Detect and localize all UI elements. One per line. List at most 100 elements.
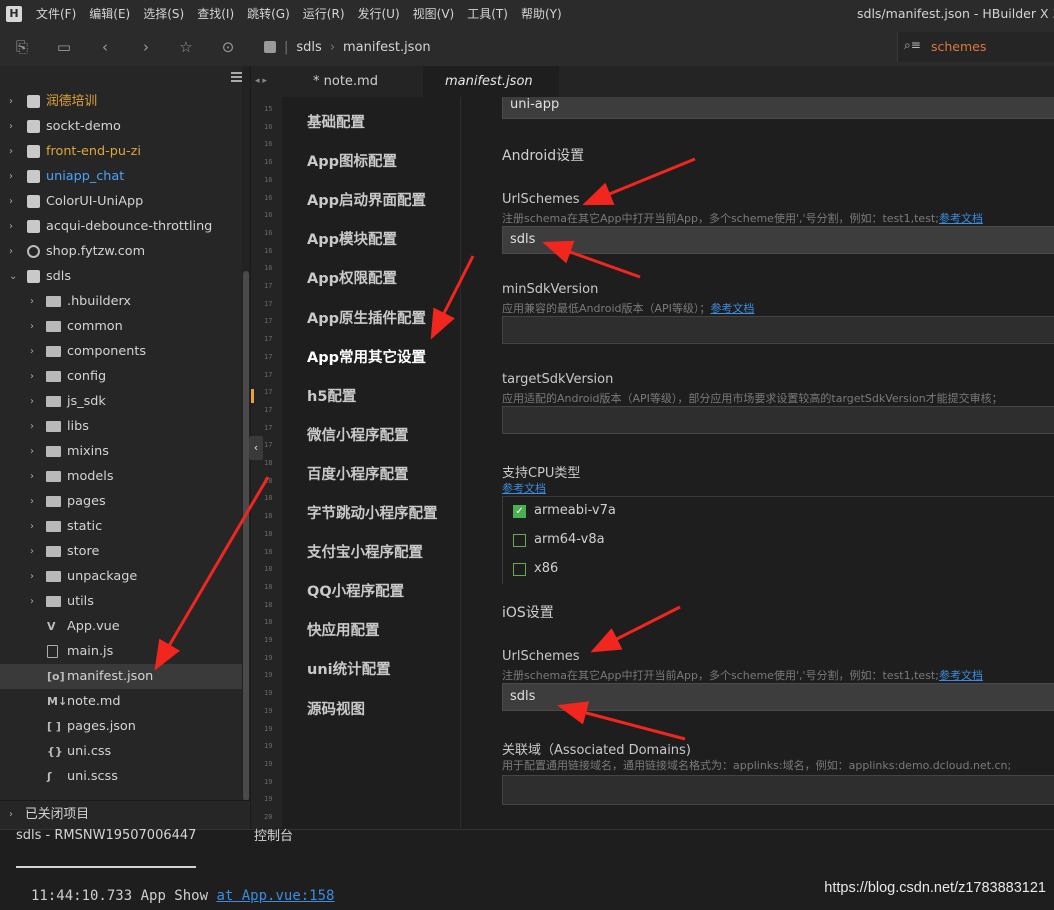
manifest-nav-item[interactable]: App图标配置: [307, 150, 397, 171]
manifest-nav-item[interactable]: App原生插件配置: [307, 307, 426, 328]
sidebar-item[interactable]: › sockt-demo: [0, 114, 242, 139]
manifest-nav-item[interactable]: 百度小程序配置: [307, 463, 409, 484]
sidebar-item[interactable]: › front-end-pu-zi: [0, 139, 242, 164]
chevron-right-icon[interactable]: ›: [9, 164, 19, 189]
menu-file[interactable]: 文件(F): [36, 0, 76, 28]
chevron-right-icon[interactable]: ›: [30, 339, 40, 364]
menu-help[interactable]: 帮助(Y): [521, 0, 562, 28]
sidebar-item[interactable]: › acqui-debounce-throttling: [0, 214, 242, 239]
chevron-right-icon[interactable]: ›: [30, 389, 40, 414]
chevron-right-icon[interactable]: ›: [30, 539, 40, 564]
sidebar-item[interactable]: › pages: [0, 489, 242, 514]
chevron-right-icon[interactable]: ›: [30, 464, 40, 489]
manifest-nav-item[interactable]: 快应用配置: [307, 619, 380, 640]
scrollbar-thumb[interactable]: [243, 271, 249, 801]
sidebar-item[interactable]: [ ] pages.json: [0, 714, 242, 739]
sidebar-item[interactable]: M↓ note.md: [0, 689, 242, 714]
chevron-right-icon[interactable]: ›: [30, 514, 40, 539]
manifest-nav-item[interactable]: 基础配置: [307, 111, 365, 132]
sidebar-item[interactable]: {} uni.css: [0, 739, 242, 764]
tab-scroll-icon[interactable]: ◂ ▸: [255, 66, 267, 97]
tab-console[interactable]: 控制台: [254, 808, 293, 866]
chevron-right-icon[interactable]: ›: [30, 414, 40, 439]
search-input[interactable]: schemes: [931, 32, 986, 62]
menu-find[interactable]: 查找(I): [197, 0, 234, 28]
chevron-right-icon[interactable]: ›: [30, 564, 40, 589]
manifest-nav-item[interactable]: App启动界面配置: [307, 189, 426, 210]
sidebar-item[interactable]: › uniapp_chat: [0, 164, 242, 189]
armeabi-checkbox[interactable]: ✓: [513, 505, 526, 518]
manifest-nav-item[interactable]: App权限配置: [307, 267, 397, 288]
sidebar-item[interactable]: ⌄ sdls: [0, 264, 242, 289]
chevron-right-icon[interactable]: ›: [9, 89, 19, 114]
menu-view[interactable]: 视图(V): [413, 0, 455, 28]
menu-goto[interactable]: 跳转(G): [247, 0, 290, 28]
chevron-right-icon[interactable]: ›: [30, 314, 40, 339]
menu-run[interactable]: 运行(R): [303, 0, 345, 28]
tab-terminal[interactable]: sdls - RMSNW19507006447: [16, 808, 197, 868]
chevron-right-icon[interactable]: ›: [30, 589, 40, 614]
armeabi-label[interactable]: armeabi-v7a: [534, 503, 616, 518]
targetsdk-input[interactable]: [502, 406, 1054, 434]
arm64-label[interactable]: arm64-v8a: [534, 532, 605, 547]
menu-edit[interactable]: 编辑(E): [89, 0, 130, 28]
sidebar-item[interactable]: › components: [0, 339, 242, 364]
android-urlschemes-input[interactable]: sdls: [502, 226, 1054, 254]
chevron-right-icon[interactable]: ›: [30, 439, 40, 464]
android-urlschemes-doc-link[interactable]: 参考文档: [939, 212, 983, 225]
tab-note-md[interactable]: * note.md: [291, 66, 423, 97]
sidebar-item[interactable]: › libs: [0, 414, 242, 439]
manifest-nav-item[interactable]: 微信小程序配置: [307, 424, 409, 445]
x86-label[interactable]: x86: [534, 561, 558, 576]
run-icon[interactable]: ⊙: [218, 37, 238, 57]
sidebar-item[interactable]: › unpackage: [0, 564, 242, 589]
chevron-right-icon[interactable]: ›: [30, 489, 40, 514]
sidebar-item[interactable]: › static: [0, 514, 242, 539]
menu-tools[interactable]: 工具(T): [467, 0, 508, 28]
minsdk-doc-link[interactable]: 参考文档: [710, 302, 754, 315]
sidebar-item[interactable]: › common: [0, 314, 242, 339]
chevron-right-icon[interactable]: ›: [30, 289, 40, 314]
x86-checkbox[interactable]: [513, 563, 526, 576]
manifest-nav-item[interactable]: App常用其它设置: [307, 346, 426, 367]
sidebar-item[interactable]: main.js: [0, 639, 242, 664]
manifest-nav-item[interactable]: h5配置: [307, 385, 356, 406]
ios-urlschemes-input[interactable]: sdls: [502, 683, 1054, 711]
manifest-nav-item[interactable]: QQ小程序配置: [307, 580, 404, 601]
search-box[interactable]: ⌕≡ schemes: [897, 32, 1054, 62]
cpu-doc-link[interactable]: 参考文档: [502, 482, 546, 495]
manifest-nav-item[interactable]: uni统计配置: [307, 658, 391, 679]
star-icon[interactable]: ☆: [176, 37, 196, 57]
forward-icon[interactable]: ›: [136, 37, 156, 57]
chevron-right-icon[interactable]: ›: [9, 139, 19, 164]
sidebar-item[interactable]: › ColorUI-UniApp: [0, 189, 242, 214]
chevron-down-icon[interactable]: ⌄: [9, 264, 19, 289]
chevron-right-icon[interactable]: ›: [9, 114, 19, 139]
tab-manifest-json[interactable]: manifest.json: [423, 66, 559, 97]
sidebar-item[interactable]: ʃ uni.scss: [0, 764, 242, 789]
chevron-right-icon[interactable]: ›: [9, 189, 19, 214]
arm64-checkbox[interactable]: [513, 534, 526, 547]
sidebar-item[interactable]: › shop.fytzw.com: [0, 239, 242, 264]
sidebar-item[interactable]: › store: [0, 539, 242, 564]
back-icon[interactable]: ‹: [95, 37, 115, 57]
collapse-sidebar-icon[interactable]: ‹: [249, 436, 263, 460]
sidebar-item[interactable]: › mixins: [0, 439, 242, 464]
chevron-right-icon[interactable]: ›: [30, 364, 40, 389]
menu-publish[interactable]: 发行(U): [358, 0, 400, 28]
chevron-right-icon[interactable]: ›: [9, 239, 19, 264]
ios-urlschemes-doc-link[interactable]: 参考文档: [939, 669, 983, 682]
breadcrumb-project[interactable]: sdls: [296, 40, 321, 55]
app-name-input[interactable]: uni-app: [502, 97, 1054, 119]
menu-select[interactable]: 选择(S): [143, 0, 184, 28]
minsdk-input[interactable]: [502, 316, 1054, 344]
sidebar-item[interactable]: › models: [0, 464, 242, 489]
console-source-link[interactable]: at App.vue:158: [216, 888, 334, 904]
manifest-nav-item[interactable]: 字节跳动小程序配置: [307, 502, 438, 523]
manifest-nav-item[interactable]: App模块配置: [307, 228, 397, 249]
chevron-right-icon[interactable]: ›: [9, 214, 19, 239]
manifest-nav-item[interactable]: 源码视图: [307, 698, 365, 719]
sidebar-item[interactable]: › config: [0, 364, 242, 389]
sidebar-item[interactable]: › .hbuilderx: [0, 289, 242, 314]
save-all-icon[interactable]: ⎘: [12, 37, 32, 57]
